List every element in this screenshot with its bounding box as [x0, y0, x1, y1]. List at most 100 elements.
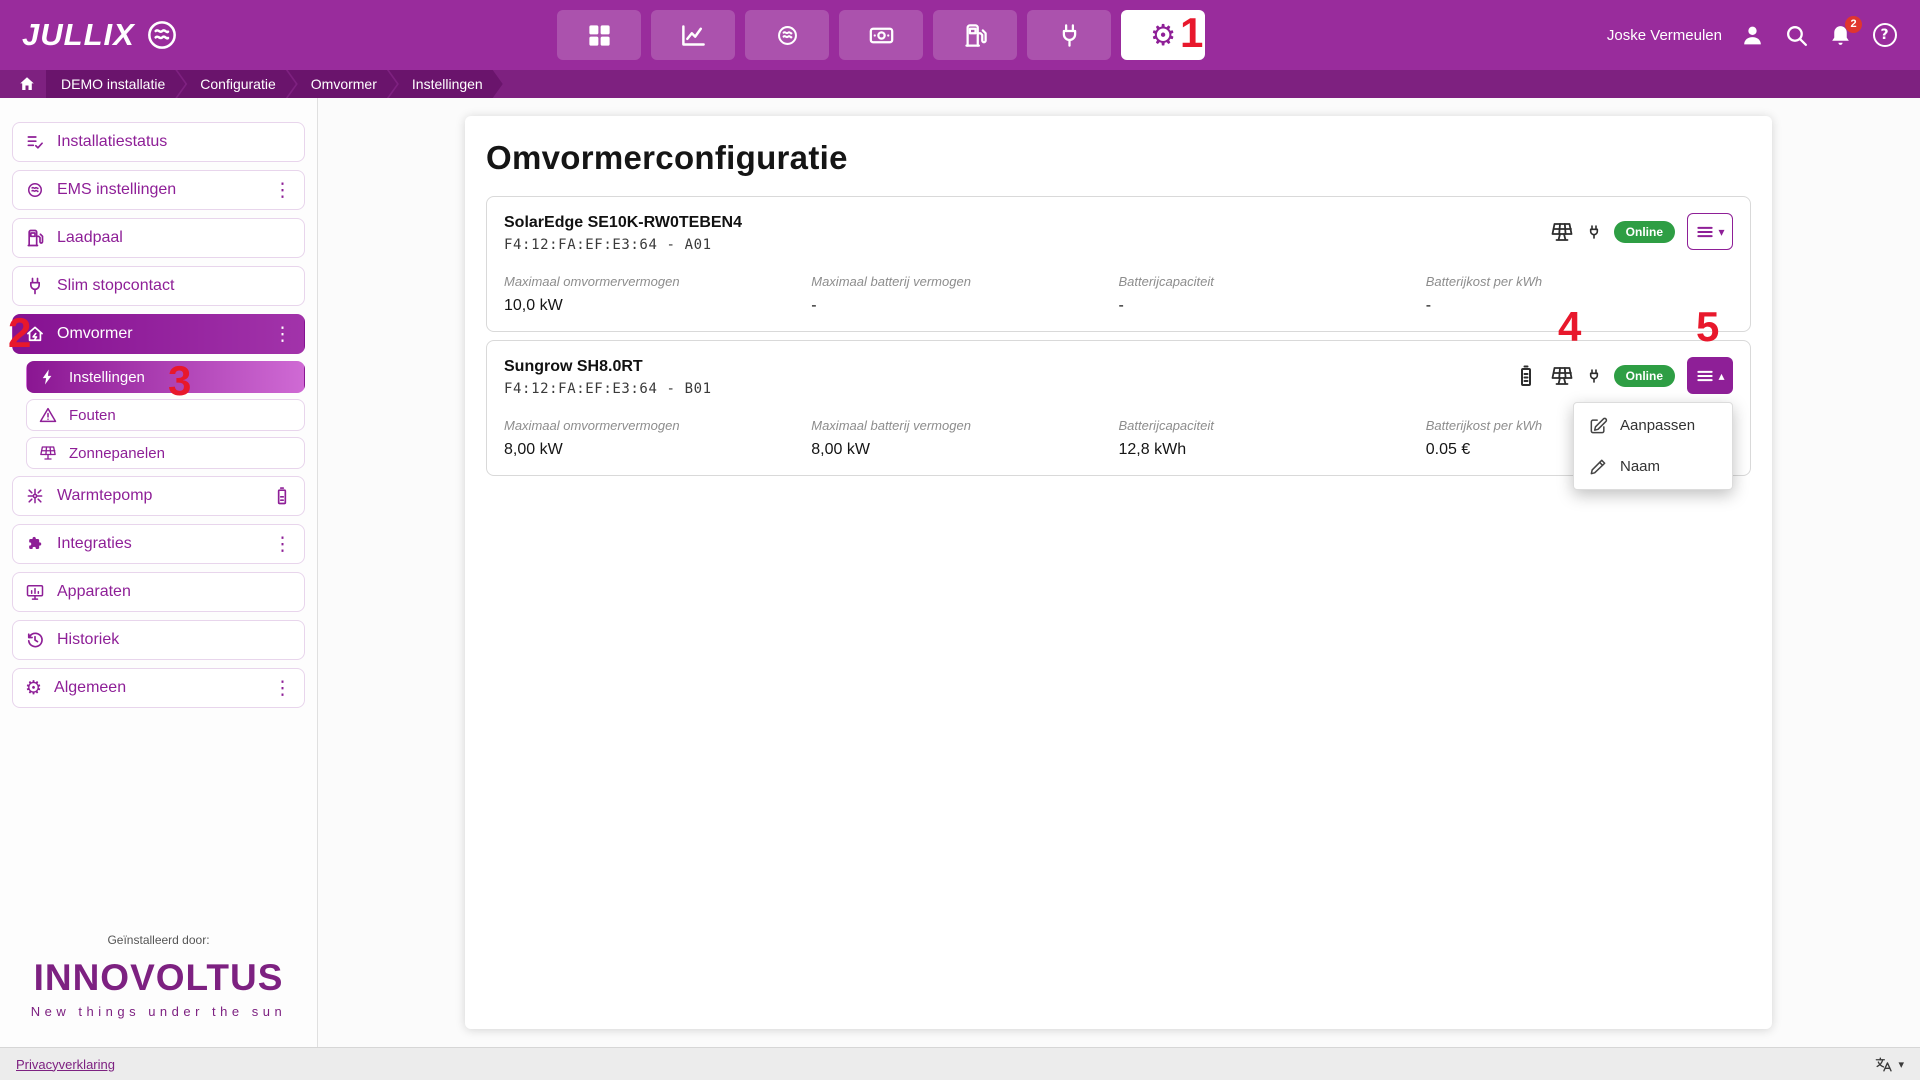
device-status-icons: Online ▾: [1550, 213, 1733, 250]
banknote-icon: [868, 22, 895, 49]
field-battery-capacity: Batterijcapaciteit -: [1119, 274, 1426, 315]
nav-consumption-button[interactable]: [1027, 10, 1111, 60]
nav-charging-button[interactable]: [933, 10, 1017, 60]
bolt-icon: [39, 368, 57, 386]
kebab-menu-icon[interactable]: ⋮: [273, 325, 292, 344]
battery-icon: [1514, 364, 1538, 388]
installed-by-label: Geïnstalleerd door:: [0, 933, 317, 947]
chevron-up-icon: ▴: [1718, 370, 1724, 382]
solar-panel-icon: [39, 444, 57, 462]
grid-plug-icon: [1586, 368, 1602, 384]
device-address: F4:12:FA:EF:E3:64 - A01: [504, 237, 742, 254]
sidebar-item-instellingen[interactable]: Instellingen: [26, 361, 305, 393]
device-fields: Maximaal omvormervermogen 8,00 kW Maxima…: [504, 418, 1733, 459]
user-name: Joske Vermeulen: [1607, 27, 1722, 44]
sidebar-item-zonnepanelen[interactable]: Zonnepanelen: [26, 437, 305, 469]
main-area: Omvormerconfiguratie SolarEdge SE10K-RW0…: [318, 98, 1920, 1047]
breadcrumb-items: DEMO installatie Configuratie Omvormer I…: [46, 70, 503, 98]
edit-icon: [1588, 416, 1608, 436]
field-max-battery-power: Maximaal batterij vermogen 8,00 kW: [811, 418, 1118, 459]
sidebar-item-installatiestatus[interactable]: Installatiestatus: [12, 122, 305, 162]
device-address: F4:12:FA:EF:E3:64 - B01: [504, 381, 712, 398]
solar-panel-icon: [1550, 220, 1574, 244]
sidebar-item-label: EMS instellingen: [57, 181, 176, 199]
breadcrumb-item-instellingen[interactable]: Instellingen: [389, 70, 503, 98]
device-menu-button-open[interactable]: ▴: [1687, 357, 1733, 394]
profile-button[interactable]: [1739, 22, 1766, 49]
sidebar-item-fouten[interactable]: Fouten: [26, 399, 305, 431]
kebab-menu-icon[interactable]: ⋮: [273, 535, 292, 554]
nav-charts-button[interactable]: [651, 10, 735, 60]
help-button[interactable]: ?: [1871, 22, 1898, 49]
privacy-link[interactable]: Privacyverklaring: [16, 1057, 115, 1072]
content-card: Omvormerconfiguratie SolarEdge SE10K-RW0…: [465, 116, 1772, 1029]
dashboard-icon: [586, 22, 613, 49]
topbar: JULLIX: [0, 0, 1920, 70]
sidebar-item-integraties[interactable]: Integraties ⋮: [12, 524, 305, 564]
sidebar-item-omvormer[interactable]: Omvormer ⋮: [12, 314, 305, 354]
gear-icon: ⚙: [25, 679, 42, 698]
brand-wordmark: JULLIX: [22, 17, 135, 53]
breadcrumb-item-configuratie[interactable]: Configuratie: [177, 70, 296, 98]
sidebar-item-label: Apparaten: [57, 583, 131, 601]
language-selector[interactable]: ▾: [1874, 1055, 1904, 1074]
sidebar-item-label: Instellingen: [69, 369, 145, 386]
chevron-down-icon: ▾: [1898, 1059, 1904, 1070]
menu-item-naam[interactable]: Naam: [1574, 446, 1732, 487]
search-button[interactable]: [1783, 22, 1810, 49]
device-menu-button[interactable]: ▾: [1687, 213, 1733, 250]
sidebar-item-laadpaal[interactable]: Laadpaal: [12, 218, 305, 258]
field-max-inverter-power: Maximaal omvormervermogen 10,0 kW: [504, 274, 811, 315]
installer-logo: INNOVOLTUS: [0, 959, 317, 996]
notifications-button[interactable]: 2: [1827, 22, 1854, 49]
home-icon[interactable]: [18, 75, 36, 93]
menu-item-aanpassen[interactable]: Aanpassen: [1574, 405, 1732, 446]
sidebar-item-slim-stopcontact[interactable]: Slim stopcontact: [12, 266, 305, 306]
sidebar-item-ems-instellingen[interactable]: EMS instellingen ⋮: [12, 170, 305, 210]
search-icon: [1784, 23, 1809, 48]
annotation-5: 5: [1696, 306, 1719, 348]
sidebar-item-label: Integraties: [57, 535, 132, 553]
warning-icon: [39, 406, 57, 424]
plug-icon: [25, 276, 45, 296]
sidebar-item-historiek[interactable]: Historiek: [12, 620, 305, 660]
page: JULLIX: [0, 0, 1920, 1080]
plug-icon: [1056, 22, 1083, 49]
translate-icon: [1874, 1055, 1893, 1074]
brand-brain-icon: [143, 16, 181, 54]
breadcrumb-item-installation[interactable]: DEMO installatie: [46, 70, 185, 98]
sidebar: Installatiestatus EMS instellingen ⋮: [0, 98, 318, 1047]
annotation-4: 4: [1558, 306, 1581, 348]
line-chart-icon: [680, 22, 707, 49]
nav-finance-button[interactable]: [839, 10, 923, 60]
chevron-down-icon: ▾: [1718, 226, 1724, 238]
device-card-sungrow: Sungrow SH8.0RT F4:12:FA:EF:E3:64 - B01: [486, 340, 1751, 476]
device-fields: Maximaal omvormervermogen 10,0 kW Maxima…: [504, 274, 1733, 315]
sidebar-item-label: Omvormer: [57, 325, 133, 343]
sidebar-item-warmtepomp[interactable]: Warmtepomp: [12, 476, 305, 516]
sidebar-item-apparaten[interactable]: Apparaten: [12, 572, 305, 612]
annotation-1: 1: [1180, 12, 1203, 54]
gear-icon: ⚙: [1150, 21, 1176, 50]
sidebar-item-algemeen[interactable]: ⚙ Algemeen ⋮: [12, 668, 305, 708]
brand-logo[interactable]: JULLIX: [22, 16, 181, 54]
charging-station-icon: [25, 228, 45, 248]
nav-ems-button[interactable]: [745, 10, 829, 60]
battery-status-icon: [272, 486, 292, 506]
devices-monitor-icon: [25, 582, 45, 602]
nav-dashboard-button[interactable]: [557, 10, 641, 60]
sidebar-item-label: Installatiestatus: [57, 133, 167, 151]
device-titles: Sungrow SH8.0RT F4:12:FA:EF:E3:64 - B01: [504, 357, 712, 398]
kebab-menu-icon[interactable]: ⋮: [273, 679, 292, 698]
sidebar-item-label: Warmtepomp: [57, 487, 152, 505]
brain-icon: [25, 180, 45, 200]
footer: Privacyverklaring ▾: [0, 1047, 1920, 1080]
kebab-menu-icon[interactable]: ⋮: [273, 181, 292, 200]
breadcrumb: DEMO installatie Configuratie Omvormer I…: [0, 70, 1920, 98]
breadcrumb-item-omvormer[interactable]: Omvormer: [288, 70, 397, 98]
device-name: Sungrow SH8.0RT: [504, 357, 712, 376]
sidebar-item-label: Laadpaal: [57, 229, 123, 247]
solar-panel-icon: [1550, 364, 1574, 388]
user-area: Joske Vermeulen: [1607, 22, 1898, 49]
device-header: Sungrow SH8.0RT F4:12:FA:EF:E3:64 - B01: [504, 357, 1733, 398]
